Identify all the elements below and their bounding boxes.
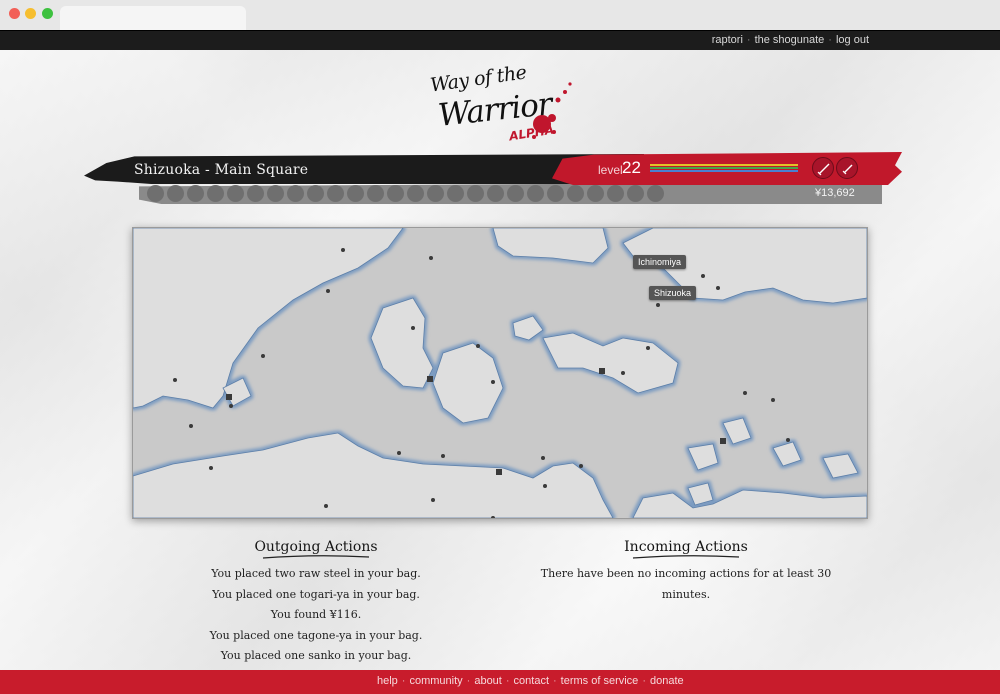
footer-separator: · bbox=[553, 675, 557, 687]
outgoing-action-line: You placed one sanko in your bag. bbox=[220, 649, 412, 662]
outgoing-action-line: You placed two raw steel in your bag. bbox=[211, 567, 421, 580]
inventory-slot[interactable] bbox=[527, 185, 544, 202]
inventory-slot[interactable] bbox=[347, 185, 364, 202]
inventory-slot[interactable] bbox=[587, 185, 604, 202]
browser-chrome bbox=[0, 0, 1000, 30]
inventory-slot[interactable] bbox=[287, 185, 304, 202]
katana-icon[interactable] bbox=[812, 157, 834, 179]
nav-link-logout[interactable]: log out bbox=[836, 34, 869, 46]
footer-link-about[interactable]: about bbox=[474, 675, 502, 687]
inventory-slot[interactable] bbox=[547, 185, 564, 202]
top-bar: raptori · the shogunate · log out bbox=[0, 30, 1000, 50]
top-nav: raptori · the shogunate · log out bbox=[712, 34, 869, 46]
inventory-slots bbox=[147, 185, 664, 202]
footer-separator: · bbox=[505, 675, 510, 687]
incoming-action-line: There have been no incoming actions for … bbox=[540, 567, 832, 601]
nav-link-profile[interactable]: raptori bbox=[712, 34, 743, 46]
inventory-slot[interactable] bbox=[407, 185, 424, 202]
stat-bar bbox=[650, 167, 798, 169]
inventory-slot[interactable] bbox=[387, 185, 404, 202]
world-map[interactable]: Ichinomiya Shizuoka bbox=[132, 227, 868, 519]
outgoing-action-line: You placed one tagone-ya in your bag. bbox=[209, 628, 423, 642]
inventory-slot[interactable] bbox=[567, 185, 584, 202]
map-label-ichinomiya[interactable]: Ichinomiya bbox=[633, 255, 687, 269]
location-title: Shizuoka - Main Square bbox=[134, 162, 309, 178]
inventory-slot[interactable] bbox=[467, 185, 484, 202]
outgoing-actions: Outgoing Actions You placed two raw stee… bbox=[196, 536, 436, 667]
inventory-slot[interactable] bbox=[227, 185, 244, 202]
outgoing-action-line: You found ¥116. bbox=[270, 608, 362, 621]
inventory-slot[interactable] bbox=[247, 185, 264, 202]
stat-bar-fill bbox=[650, 170, 798, 172]
stat-bar bbox=[650, 164, 798, 166]
stat-bars bbox=[650, 164, 798, 174]
wakizashi-icon[interactable] bbox=[836, 157, 858, 179]
footer-separator: · bbox=[642, 675, 646, 687]
site-logo[interactable]: Way of the Warrior ALPHA bbox=[424, 61, 574, 154]
stat-bar-fill bbox=[650, 164, 798, 166]
inventory-slot[interactable] bbox=[207, 185, 224, 202]
inventory-slot[interactable] bbox=[447, 185, 464, 202]
inventory-slot[interactable] bbox=[147, 185, 164, 202]
footer-link-contact[interactable]: contact bbox=[514, 675, 549, 687]
inventory-slot[interactable] bbox=[267, 185, 284, 202]
footer: help · community · about · contact · ter… bbox=[0, 670, 1000, 694]
footer-separator: · bbox=[401, 675, 406, 687]
footer-nav: help · community · about · contact · ter… bbox=[377, 675, 684, 687]
inventory-slot[interactable] bbox=[427, 185, 444, 202]
inventory-slot[interactable] bbox=[187, 185, 204, 202]
footer-link-terms[interactable]: terms of service bbox=[561, 675, 639, 687]
map-canvas bbox=[133, 228, 867, 518]
level-value: 22 bbox=[622, 158, 641, 177]
inventory-slot[interactable] bbox=[307, 185, 324, 202]
page: raptori · the shogunate · log out Way of… bbox=[0, 30, 1000, 694]
outgoing-action-line: You placed one togari-ya in your bag. bbox=[212, 587, 420, 601]
stat-bar-fill bbox=[650, 167, 798, 169]
maximize-window-icon[interactable] bbox=[42, 8, 53, 19]
inventory-slot[interactable] bbox=[607, 185, 624, 202]
footer-link-community[interactable]: community bbox=[409, 675, 462, 687]
incoming-actions: Incoming Actions There have been no inco… bbox=[536, 536, 836, 605]
footer-link-help[interactable]: help bbox=[377, 675, 398, 687]
minimize-window-icon[interactable] bbox=[25, 8, 36, 19]
incoming-actions-title: Incoming Actions bbox=[624, 539, 748, 555]
stat-bar bbox=[650, 170, 798, 172]
money-display: ¥13,692 bbox=[815, 187, 855, 199]
browser-tab[interactable] bbox=[60, 6, 246, 30]
inventory-slot[interactable] bbox=[327, 185, 344, 202]
nav-separator: · bbox=[828, 34, 832, 46]
inventory-slot[interactable] bbox=[627, 185, 644, 202]
nav-separator: · bbox=[746, 34, 751, 46]
inventory-slot[interactable] bbox=[647, 185, 664, 202]
footer-separator: · bbox=[466, 675, 471, 687]
close-window-icon[interactable] bbox=[9, 8, 20, 19]
inventory-slot[interactable] bbox=[487, 185, 504, 202]
level-label: level bbox=[598, 163, 623, 177]
outgoing-actions-title: Outgoing Actions bbox=[254, 539, 378, 555]
map-label-shizuoka[interactable]: Shizuoka bbox=[649, 286, 697, 300]
inventory-slot[interactable] bbox=[507, 185, 524, 202]
footer-link-donate[interactable]: donate bbox=[650, 675, 684, 687]
inventory-slot[interactable] bbox=[367, 185, 384, 202]
inventory-slot[interactable] bbox=[167, 185, 184, 202]
nav-link-shogunate[interactable]: the shogunate bbox=[755, 34, 825, 46]
